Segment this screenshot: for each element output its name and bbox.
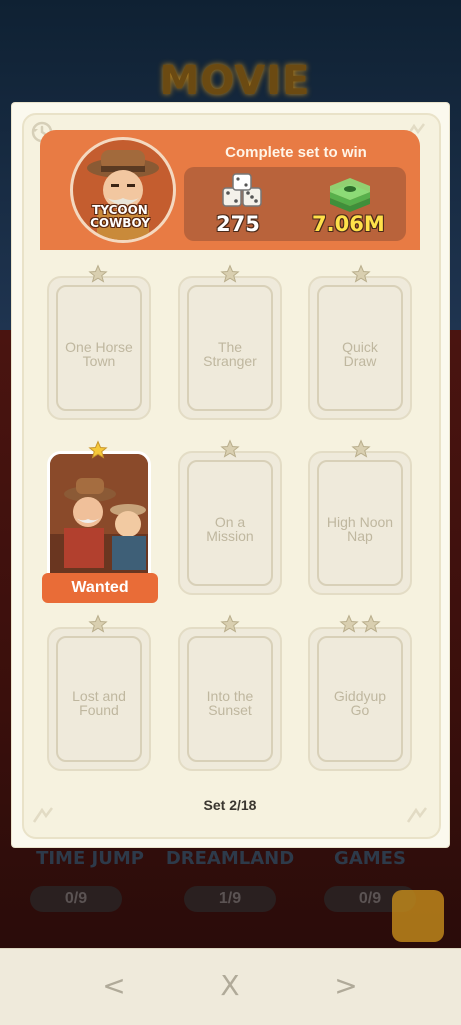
card-label: One Horse Town bbox=[65, 339, 133, 369]
star-icon bbox=[361, 614, 381, 633]
card-label: On a Mission bbox=[206, 514, 254, 544]
complete-set-text: Complete set to win bbox=[225, 144, 367, 161]
star-icon bbox=[88, 440, 108, 459]
card-label: Quick Draw bbox=[342, 339, 378, 369]
background-set-name: TIME JUMP bbox=[36, 848, 144, 869]
corner-ornament-icon bbox=[406, 807, 427, 823]
card-slot[interactable]: High Noon Nap bbox=[308, 451, 412, 595]
card-slot[interactable]: On a Mission bbox=[178, 451, 282, 595]
set-indicator: Set 2/18 bbox=[203, 797, 257, 813]
card-slot[interactable]: One Horse Town bbox=[47, 276, 151, 420]
card-label: Giddyup Go bbox=[333, 688, 387, 718]
owned-card-label: Wanted bbox=[42, 573, 158, 603]
background-set-progress: 0/9 bbox=[30, 886, 122, 912]
card-slot[interactable]: The Stranger bbox=[178, 276, 282, 420]
star-icon bbox=[220, 614, 240, 633]
dice-icon bbox=[392, 890, 444, 942]
card-label: Lost and Found bbox=[72, 688, 126, 718]
star-icon bbox=[88, 614, 108, 633]
corner-ornament-icon bbox=[32, 807, 53, 823]
star-icon bbox=[220, 264, 240, 283]
star-icon bbox=[220, 439, 240, 458]
star-icon bbox=[351, 264, 371, 283]
card-label: High Noon Nap bbox=[326, 514, 394, 544]
next-set-button[interactable]: > bbox=[326, 966, 366, 1006]
set-name: TYCOON COWBOY bbox=[90, 203, 150, 230]
card-label: Into the Sunset bbox=[206, 688, 254, 718]
previous-set-button[interactable]: < bbox=[94, 966, 134, 1006]
background-set-name: DREAMLAND bbox=[165, 848, 295, 869]
card-label: The Stranger bbox=[203, 339, 257, 369]
star-icon bbox=[351, 439, 371, 458]
dice-icon bbox=[222, 173, 262, 207]
card-slot[interactable]: Into the Sunset bbox=[178, 627, 282, 771]
cash-reward-value: 7.06M bbox=[312, 212, 385, 236]
star-icon bbox=[339, 614, 359, 633]
dice-reward-value: 275 bbox=[216, 212, 260, 236]
cash-stack-icon bbox=[330, 178, 370, 212]
card-slot[interactable]: Quick Draw bbox=[308, 276, 412, 420]
close-button[interactable]: X bbox=[210, 966, 250, 1006]
star-icon bbox=[88, 264, 108, 283]
background-set-progress: 1/9 bbox=[184, 886, 276, 912]
card-slot[interactable]: Lost and Found bbox=[47, 627, 151, 771]
background-set-name: GAMES bbox=[334, 848, 406, 869]
card-slot[interactable]: Giddyup Go bbox=[308, 627, 412, 771]
event-title: MOVIE bbox=[159, 58, 311, 104]
